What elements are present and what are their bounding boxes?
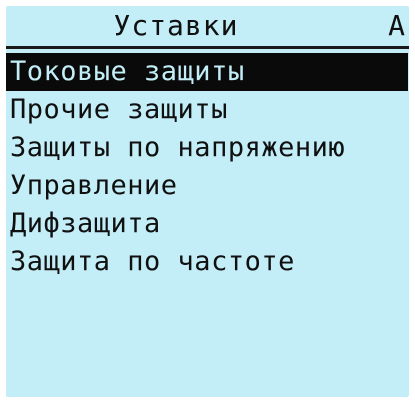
lcd-display: Уставки A Токовые защиты Прочие защиты З… — [6, 6, 409, 397]
menu-item-other-protections[interactable]: Прочие защиты — [6, 91, 409, 129]
menu-item-voltage-protections[interactable]: Защиты по напряжению — [6, 129, 409, 167]
settings-menu: Токовые защиты Прочие защиты Защиты по н… — [6, 53, 409, 281]
page-title: Уставки — [113, 9, 239, 42]
menu-item-control[interactable]: Управление — [6, 167, 409, 205]
menu-item-differential-protection[interactable]: Дифзащита — [6, 205, 409, 243]
header-indicator: A — [388, 9, 405, 42]
menu-item-current-protections[interactable]: Токовые защиты — [6, 53, 408, 91]
device-screen: Уставки A Токовые защиты Прочие защиты З… — [0, 0, 415, 403]
menu-item-frequency-protection[interactable]: Защита по частоте — [6, 243, 409, 281]
screen-header: Уставки A — [6, 6, 409, 49]
